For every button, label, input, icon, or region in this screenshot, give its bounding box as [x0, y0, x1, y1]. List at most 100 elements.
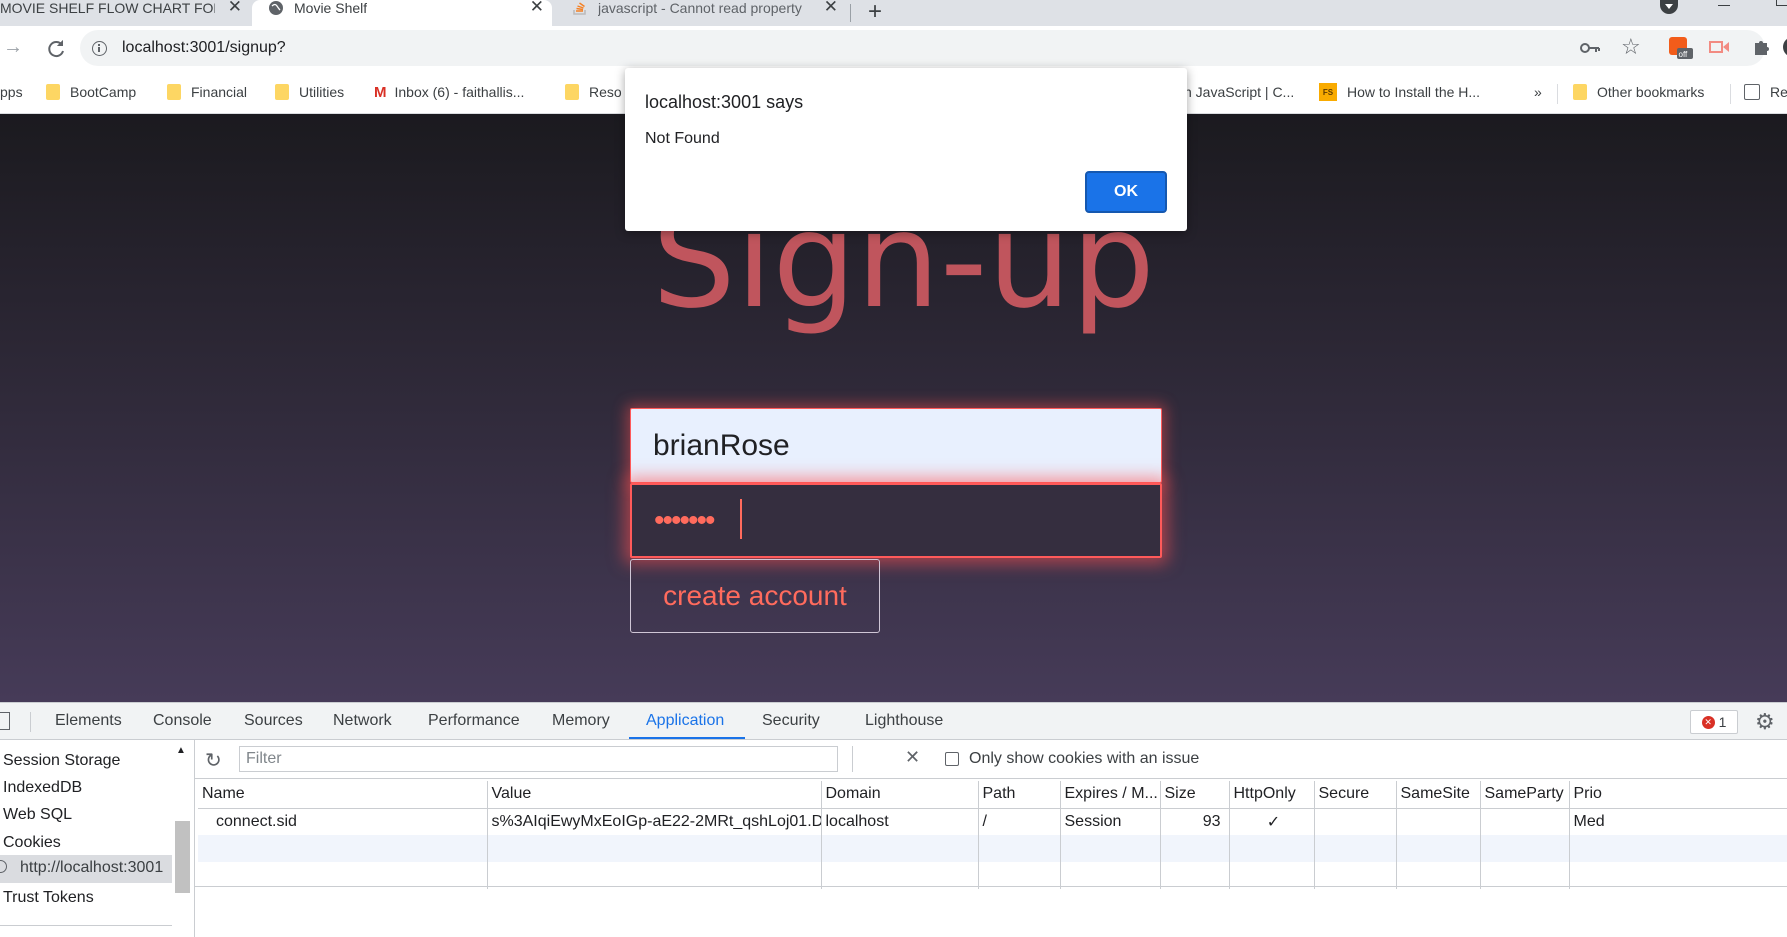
column-header-priority[interactable]: Prio	[1568, 781, 1787, 809]
bookmark-how-to-install[interactable]: FS How to Install the H...	[1319, 81, 1480, 103]
bookmark-reso[interactable]: Reso	[565, 81, 622, 103]
error-count-badge[interactable]: ✕ 1	[1690, 710, 1738, 734]
password-field[interactable]: •••••••	[630, 483, 1162, 558]
column-header-size[interactable]: Size	[1159, 781, 1229, 809]
column-header-value[interactable]: Value	[486, 781, 821, 809]
tab-performance[interactable]: Performance	[428, 712, 520, 730]
bookmark-apps[interactable]: pps	[0, 81, 23, 103]
cell-sameparty[interactable]	[1479, 808, 1569, 835]
column-header-httponly[interactable]: HttpOnly	[1228, 781, 1314, 809]
folder-icon	[1573, 84, 1587, 100]
table-bottom-border	[195, 886, 1787, 887]
bookmark-label: Other bookmarks	[1597, 84, 1705, 100]
avatar[interactable]	[1783, 37, 1787, 57]
cell-priority[interactable]: Med	[1568, 808, 1787, 835]
tab-movie-shelf-flow-chart[interactable]: MOVIE SHELF FLOW CHART FOR ✕	[0, 0, 250, 26]
tab-sources[interactable]: Sources	[244, 712, 303, 730]
bookmark-reading-list[interactable]: Re	[1744, 81, 1787, 103]
scroll-up-arrow-icon[interactable]: ▲	[176, 745, 186, 756]
password-value: •••••••	[654, 504, 716, 537]
puzzle-icon[interactable]	[1752, 37, 1772, 62]
ok-button[interactable]: OK	[1085, 171, 1167, 213]
column-header-secure[interactable]: Secure	[1313, 781, 1396, 809]
bookmark-financial[interactable]: Financial	[167, 81, 247, 103]
bookmark-label: Reso	[589, 84, 622, 100]
key-icon[interactable]	[1580, 39, 1600, 60]
folder-icon	[46, 84, 60, 100]
forward-arrow-icon[interactable]: →	[3, 36, 23, 59]
bookmark-utilities[interactable]: Utilities	[275, 81, 344, 103]
maximize-icon[interactable]	[1776, 0, 1787, 6]
username-field[interactable]	[630, 408, 1162, 483]
close-icon[interactable]: ✕	[824, 0, 838, 17]
refresh-icon[interactable]: ↻	[205, 748, 222, 773]
sidebar-item-cookie-origin[interactable]: http://localhost:3001	[0, 855, 172, 883]
sidebar-item-web-sql[interactable]: Web SQL	[3, 806, 72, 824]
create-account-button[interactable]: create account	[630, 559, 880, 633]
tab-search-icon[interactable]	[1660, 0, 1678, 14]
folder-icon	[275, 84, 289, 100]
close-icon[interactable]: ✕	[530, 0, 544, 17]
bookmark-label: n JavaScript | C...	[1184, 84, 1295, 100]
clear-icon[interactable]: ✕	[905, 747, 920, 768]
close-icon[interactable]: ✕	[228, 0, 242, 17]
reload-icon[interactable]	[41, 34, 71, 64]
table-row-empty	[198, 862, 1787, 889]
issue-filter-checkbox[interactable]	[945, 752, 959, 766]
tab-javascript-cannot-read[interactable]: javascript - Cannot read property ✕	[556, 0, 846, 26]
sidebar-scrollbar[interactable]	[175, 821, 190, 893]
table-row[interactable]: connect.sid s%3AIqiEwyMxEoIGp-aE22-2MRt_…	[198, 808, 1787, 835]
tab-application[interactable]: Application	[646, 712, 724, 730]
bookmark-label: BootCamp	[70, 84, 137, 100]
gear-icon[interactable]: ⚙	[1755, 709, 1775, 735]
tab-movie-shelf[interactable]: Movie Shelf ✕	[252, 0, 552, 26]
text-caret	[740, 499, 742, 539]
new-tab-button[interactable]: +	[868, 0, 882, 26]
sidebar-item-trust-tokens[interactable]: Trust Tokens	[3, 889, 94, 907]
folder-icon	[167, 84, 181, 100]
cookie-pane: ↻ ✕ Only show cookies with an issue Name…	[195, 740, 1787, 937]
tab-elements[interactable]: Elements	[55, 712, 122, 730]
column-header-path[interactable]: Path	[977, 781, 1060, 809]
cell-secure[interactable]	[1313, 808, 1396, 835]
tab-console[interactable]: Console	[153, 712, 212, 730]
cell-expires[interactable]: Session	[1059, 808, 1160, 835]
cell-name[interactable]: connect.sid	[198, 808, 487, 835]
column-header-domain[interactable]: Domain	[820, 781, 978, 809]
sidebar-item-cookies[interactable]: Cookies	[3, 834, 61, 852]
issue-filter-label: Only show cookies with an issue	[969, 750, 1200, 767]
column-header-sameparty[interactable]: SameParty	[1479, 781, 1569, 809]
cell-httponly[interactable]: ✓	[1228, 808, 1314, 835]
column-header-expires[interactable]: Expires / M...	[1059, 781, 1160, 809]
tab-strip: MOVIE SHELF FLOW CHART FOR ✕ Movie Shelf…	[0, 0, 1787, 26]
minimize-icon[interactable]	[1718, 5, 1730, 6]
bookmark-inbox[interactable]: M Inbox (6) - faithallis...	[374, 81, 524, 103]
bookmark-javascript[interactable]: n JavaScript | C...	[1184, 81, 1294, 103]
tab-lighthouse[interactable]: Lighthouse	[865, 712, 943, 730]
tab-security[interactable]: Security	[762, 712, 820, 730]
cell-samesite[interactable]	[1395, 808, 1480, 835]
device-toggle-icon[interactable]	[0, 712, 10, 730]
address-bar[interactable]: localhost:3001/signup? ☆	[80, 30, 1765, 66]
url-text[interactable]: localhost:3001/signup?	[122, 39, 286, 57]
extension-off-icon[interactable]: off	[1668, 36, 1694, 65]
bookmark-bootcamp[interactable]: BootCamp	[46, 81, 136, 103]
devtools-tab-bar: Elements Console Sources Network Perform…	[0, 703, 1787, 740]
cell-domain[interactable]: localhost	[820, 808, 978, 835]
screencast-icon[interactable]	[1708, 38, 1730, 61]
sidebar-item-session-storage[interactable]: Session Storage	[3, 752, 120, 770]
column-header-name[interactable]: Name	[198, 781, 487, 809]
tab-separator	[850, 4, 851, 22]
sidebar-item-indexeddb[interactable]: IndexedDB	[3, 779, 82, 797]
info-icon[interactable]	[92, 41, 107, 56]
bookmarks-overflow-button[interactable]: »	[1534, 81, 1542, 103]
bookmark-other-bookmarks[interactable]: Other bookmarks	[1573, 81, 1704, 103]
tab-network[interactable]: Network	[333, 712, 392, 730]
column-header-samesite[interactable]: SameSite	[1395, 781, 1480, 809]
cell-size[interactable]: 93	[1159, 808, 1229, 835]
star-icon[interactable]: ☆	[1621, 34, 1641, 60]
cell-path[interactable]: /	[977, 808, 1060, 835]
filter-input[interactable]	[239, 746, 838, 772]
cell-value[interactable]: s%3AIqiEwyMxEoIGp-aE22-2MRt_qshLoj01.DiM…	[486, 808, 821, 835]
tab-memory[interactable]: Memory	[552, 712, 610, 730]
